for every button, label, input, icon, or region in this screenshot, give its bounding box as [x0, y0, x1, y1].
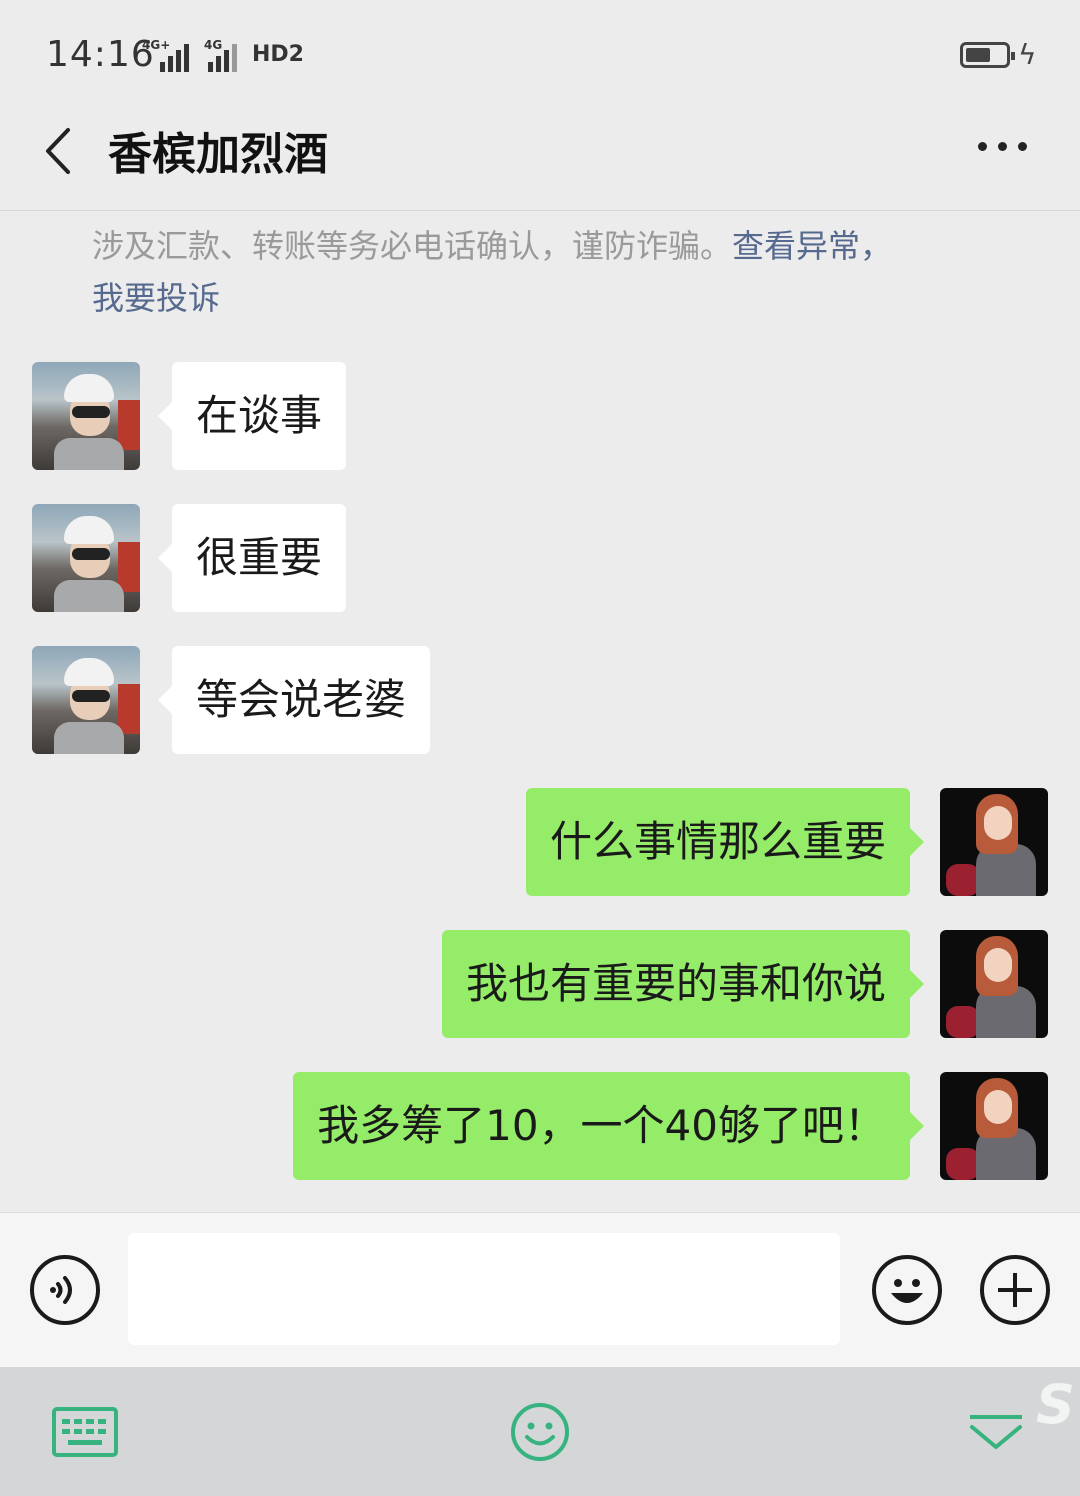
signal-icon-2: 4G: [204, 38, 246, 72]
voice-icon[interactable]: [30, 1255, 100, 1325]
status-time: 14:16: [46, 34, 155, 75]
message-row: 在谈事: [32, 362, 432, 470]
hd-voice-icon: HD2: [252, 42, 304, 67]
message-row: 很重要: [32, 504, 432, 612]
outgoing-message-bubble[interactable]: 我多筹了10，一个40够了吧！: [293, 1072, 924, 1180]
emoji-icon[interactable]: [872, 1255, 942, 1325]
outgoing-message-bubble[interactable]: 我也有重要的事和你说: [441, 930, 925, 1038]
incoming-message-bubble[interactable]: 在谈事: [157, 362, 347, 470]
my-avatar[interactable]: [940, 788, 1048, 896]
more-options-icon[interactable]: [978, 142, 1030, 156]
chat-header: 香槟加烈酒: [0, 100, 1080, 211]
plus-icon[interactable]: [980, 1255, 1050, 1325]
chevron-down-icon[interactable]: [968, 1413, 1024, 1453]
contact-avatar[interactable]: [32, 504, 140, 612]
emoji-keyboard-icon[interactable]: [509, 1401, 571, 1463]
message-row: 什么事情那么重要: [0, 788, 1048, 896]
my-avatar[interactable]: [940, 1072, 1048, 1180]
network-label-2: 4G: [204, 38, 223, 52]
notice-text: 涉及汇款、转账等务必电话确认，谨防诈骗。: [92, 227, 733, 265]
watermark-logo: S: [1036, 1373, 1075, 1436]
chat-title: 香槟加烈酒: [108, 129, 328, 180]
message-row: 我多筹了10，一个40够了吧！: [0, 1072, 1048, 1180]
message-row: 等会说老婆: [32, 646, 532, 754]
security-notice: 涉及汇款、转账等务必电话确认，谨防诈骗。查看异常， 我要投诉: [92, 220, 1012, 324]
signal-icon-1: 4G+: [142, 38, 198, 72]
my-avatar[interactable]: [940, 930, 1048, 1038]
incoming-message-bubble[interactable]: 等会说老婆: [157, 646, 431, 754]
report-link[interactable]: 我要投诉: [92, 279, 220, 317]
keyboard-toolbar: S: [0, 1367, 1080, 1496]
network-label-1: 4G+: [142, 38, 171, 52]
status-bar: 14:16 4G+ 4G HD2 ϟ: [0, 0, 1080, 100]
charging-icon: ϟ: [1018, 38, 1037, 71]
outgoing-message-bubble[interactable]: 什么事情那么重要: [525, 788, 925, 896]
contact-avatar[interactable]: [32, 362, 140, 470]
message-input[interactable]: [128, 1233, 840, 1345]
view-anomaly-link[interactable]: 查看异常，: [732, 227, 892, 265]
contact-avatar[interactable]: [32, 646, 140, 754]
back-icon[interactable]: [38, 126, 88, 176]
message-input-bar: [0, 1212, 1080, 1367]
incoming-message-bubble[interactable]: 很重要: [157, 504, 347, 612]
battery-icon: [960, 42, 1015, 68]
keyboard-icon[interactable]: [52, 1407, 118, 1457]
message-row: 我也有重要的事和你说: [0, 930, 1048, 1038]
